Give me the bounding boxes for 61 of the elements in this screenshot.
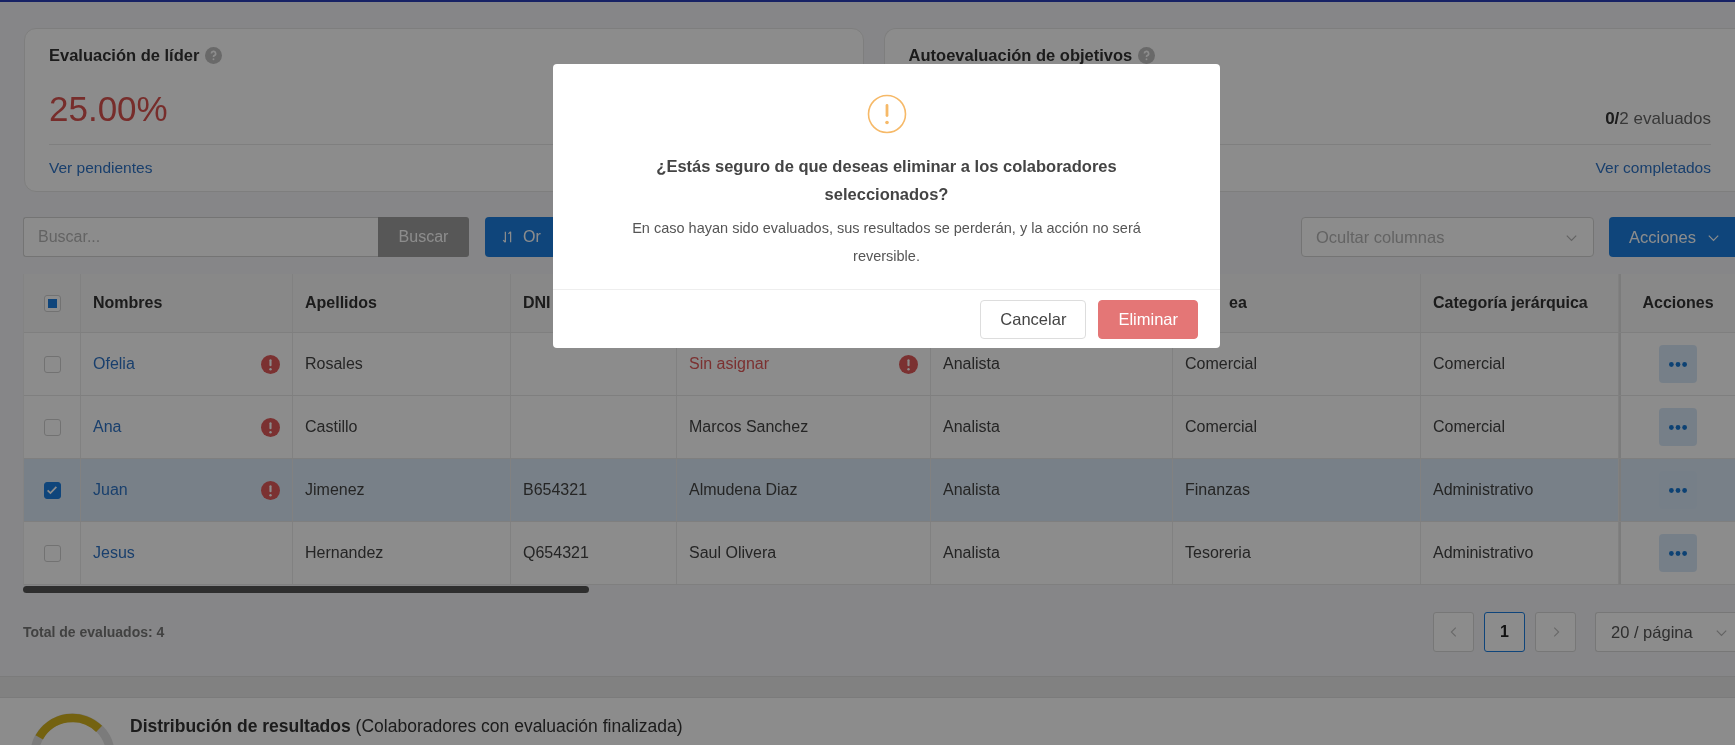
section-heading: Distribución de resultados (Colaboradores con evaluación finalizada) — [130, 716, 683, 738]
card-link[interactable]: Ver pendientes — [49, 159, 153, 177]
table-cell: Saul Olivera — [689, 544, 777, 562]
table-cell: Analista — [943, 481, 1000, 499]
more-icon — [1669, 550, 1687, 556]
help-icon — [205, 46, 223, 64]
next-page-button[interactable] — [1535, 612, 1576, 652]
more-icon — [1669, 361, 1687, 367]
table-cell: Hernandez — [305, 544, 384, 562]
table-cell: Tesoreria — [1185, 544, 1251, 562]
delete-button[interactable]: Eliminar — [1098, 300, 1198, 339]
card-title: Autoevaluación de objetivos — [908, 45, 1133, 65]
cancel-button[interactable]: Cancelar — [980, 300, 1087, 339]
column-header: ea — [1229, 294, 1247, 312]
column-header: Nombres — [93, 294, 163, 312]
table-cell: Q654321 — [523, 544, 589, 562]
scrollbar-thumb[interactable] — [23, 586, 589, 593]
table-cell: Comercial — [1185, 355, 1257, 373]
total-count: Total de evaluados: 4 — [23, 624, 165, 640]
actions-button[interactable]: Acciones — [1609, 217, 1735, 257]
more-icon — [1669, 424, 1687, 430]
table-cell: Comercial — [1433, 418, 1505, 436]
name-link[interactable]: Ofelia — [93, 355, 135, 373]
more-button[interactable] — [1659, 345, 1697, 383]
name-link[interactable]: Juan — [93, 481, 128, 499]
table-cell: Sin asignar — [689, 355, 770, 373]
dialog-message: En caso hayan sido evaluados, sus resultados se perderán, y la acción no será reversible. — [631, 219, 1142, 266]
table-cell: Jimenez — [305, 481, 365, 499]
column-header: Acciones — [1642, 294, 1714, 312]
evaluated-count: 0/2 evaluados — [1605, 108, 1711, 129]
table-cell: Castillo — [305, 418, 358, 436]
percentage-value: 25.00% — [49, 89, 168, 129]
table-cell: Almudena Diaz — [689, 481, 798, 499]
column-header: DNI — [523, 294, 551, 312]
table-cell: Finanzas — [1185, 481, 1250, 499]
table-cell: Comercial — [1433, 355, 1505, 373]
column-header: Categoría jerárquica — [1433, 294, 1588, 312]
table-cell: B654321 — [523, 481, 588, 499]
table-cell: Analista — [943, 544, 1000, 562]
dialog-title: ¿Estás seguro de que deseas eliminar a los colaboradores seleccionados? — [655, 156, 1118, 205]
more-button[interactable] — [1659, 408, 1697, 446]
table-cell: Analista — [943, 355, 1000, 373]
table-cell: Rosales — [305, 355, 363, 373]
checkbox[interactable] — [43, 481, 61, 499]
alert-icon — [899, 354, 918, 374]
warning-icon — [866, 94, 907, 134]
card-title: Evaluación de líder — [49, 45, 200, 65]
table-cell: Administrativo — [1433, 544, 1534, 562]
table-cell: Marcos Sanchez — [689, 418, 809, 436]
previous-page-button[interactable] — [1433, 612, 1474, 652]
card-link[interactable]: Ver completados — [1595, 159, 1711, 177]
name-link[interactable]: Jesus — [93, 544, 135, 562]
page-size-select[interactable]: 20 / página — [1595, 612, 1735, 652]
page-button[interactable]: 1 — [1484, 612, 1525, 652]
table-cell: Analista — [943, 418, 1000, 436]
column-header: Apellidos — [305, 294, 377, 312]
table-cell: Administrativo — [1433, 481, 1534, 499]
name-link[interactable]: Ana — [93, 418, 122, 436]
table-cell: Comercial — [1185, 418, 1257, 436]
more-button[interactable] — [1659, 534, 1697, 572]
more-icon — [1669, 487, 1687, 493]
